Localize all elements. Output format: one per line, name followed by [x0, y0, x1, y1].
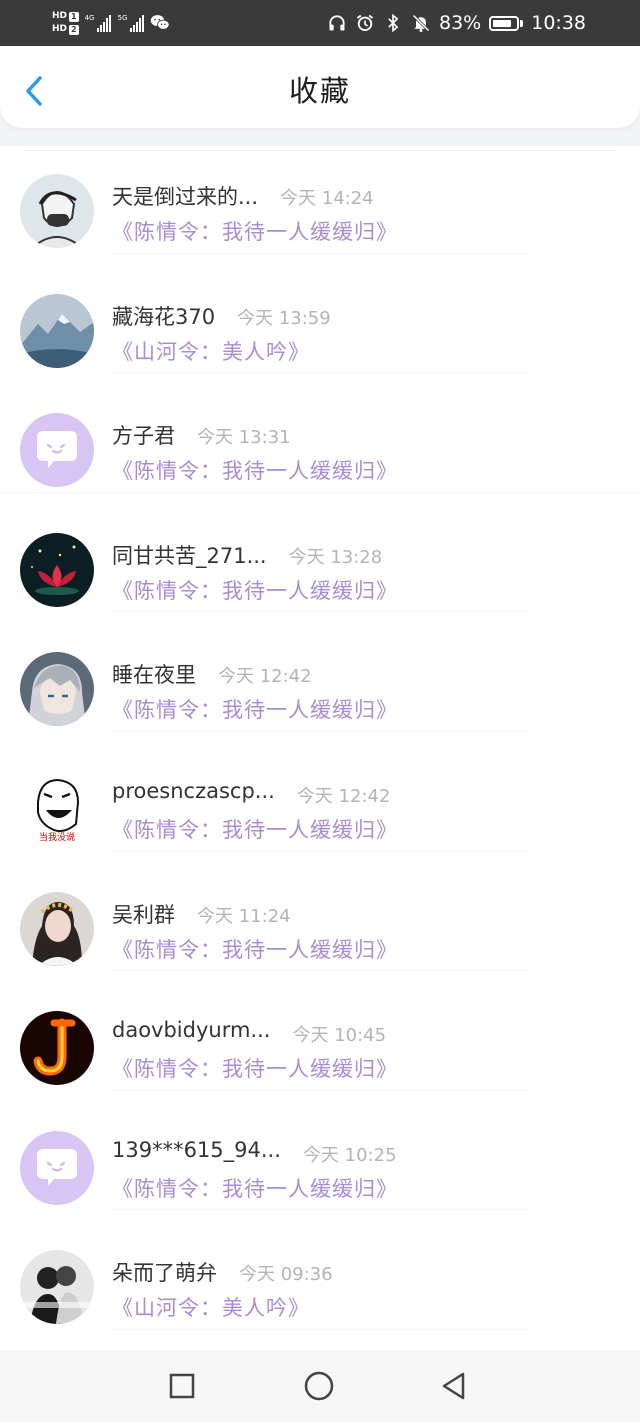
bluetooth-icon — [388, 13, 399, 33]
row-divider — [112, 1328, 530, 1330]
clock: 10:38 — [531, 12, 586, 34]
avatar[interactable] — [20, 293, 94, 368]
timestamp: 今天 14:24 — [280, 188, 374, 209]
work-title-link[interactable]: 《陈情令：我待一人缓缓归》 — [112, 694, 398, 724]
user-name: 藏海花370 — [112, 304, 216, 329]
user-name: 天是倒过来的... — [112, 185, 259, 209]
timestamp: 今天 13:59 — [237, 307, 331, 329]
user-name: proesnczascp... — [112, 778, 275, 803]
battery-icon — [489, 15, 524, 31]
timestamp: 今天 12:42 — [218, 666, 312, 688]
signal-1-icon: 4G — [85, 14, 112, 32]
list-item[interactable]: 同甘共苦_271... 今天 13:28 《陈情令：我待一人缓缓归》 — [0, 493, 640, 613]
square-recent-icon[interactable] — [166, 1370, 198, 1402]
timestamp: 今天 10:25 — [302, 1144, 397, 1166]
timestamp: 今天 09:36 — [239, 1264, 333, 1286]
user-name: 方子君 — [112, 424, 175, 449]
avatar[interactable] — [20, 891, 94, 966]
user-name: 同甘共苦_271... — [112, 543, 267, 568]
list-item[interactable]: daovbidyurm... 今天 10:45 《陈情令：我待一人缓缓归》 — [0, 971, 640, 1091]
header: 收藏 — [0, 46, 640, 128]
timestamp: 今天 13:28 — [288, 546, 383, 568]
avatar[interactable] — [20, 1011, 94, 1086]
hd1-indicator: HD 1 — [52, 11, 79, 22]
work-title-link[interactable]: 《陈情令：我待一人缓缓归》 — [112, 216, 398, 246]
work-title-link[interactable]: 《陈情令：我待一人缓缓归》 — [112, 575, 398, 605]
status-bar: HD 1 HD 2 4G 5G 83% 10:38 — [0, 0, 640, 46]
headphones-icon — [329, 15, 345, 31]
user-name: 吴利群 — [112, 902, 175, 927]
user-name: 睡在夜里 — [112, 663, 196, 688]
work-title-link[interactable]: 《山河令：美人吟》 — [112, 1292, 310, 1322]
status-left: HD 1 HD 2 4G 5G — [52, 6, 170, 40]
list-item[interactable]: 朵而了萌弁 今天 09:36 《山河令：美人吟》 — [0, 1210, 640, 1330]
work-title-link[interactable]: 《陈情令：我待一人缓缓归》 — [112, 1173, 398, 1203]
timestamp: 今天 13:31 — [197, 427, 291, 449]
timestamp: 今天 12:42 — [296, 785, 391, 807]
hd-indicators: HD 1 HD 2 — [52, 11, 79, 35]
list-item[interactable]: 藏海花370 今天 13:59 《山河令：美人吟》 — [0, 254, 640, 374]
avatar[interactable] — [20, 174, 94, 248]
system-nav-bar — [0, 1350, 640, 1422]
wechat-icon — [151, 15, 170, 30]
avatar[interactable] — [20, 413, 94, 488]
list-item[interactable]: 吴利群 今天 11:24 《陈情令：我待一人缓缓归》 — [0, 852, 640, 972]
alarm-icon — [356, 14, 374, 32]
signal-2-icon: 5G — [117, 14, 145, 32]
triangle-back-icon[interactable] — [438, 1370, 470, 1402]
circle-home-icon[interactable] — [303, 1370, 335, 1402]
battery-percent: 83% — [439, 12, 482, 34]
list-item[interactable]: 睡在夜里 今天 12:42 《陈情令：我待一人缓缓归》 — [0, 612, 640, 732]
work-title-link[interactable]: 《陈情令：我待一人缓缓归》 — [112, 814, 398, 844]
avatar[interactable] — [20, 1250, 94, 1325]
mute-bell-icon — [412, 14, 430, 32]
favorites-list: 天是倒过来的... 今天 14:24 《陈情令：我待一人缓缓归》 藏海花370 今天 … — [0, 134, 640, 1330]
list-item[interactable]: 方子君 今天 13:31 《陈情令：我待一人缓缓归》 — [0, 373, 640, 493]
work-title-link[interactable]: 《陈情令：我待一人缓缓归》 — [112, 455, 398, 485]
user-name: daovbidyurm... — [112, 1018, 271, 1043]
work-title-link[interactable]: 《山河令：美人吟》 — [112, 336, 310, 366]
work-title-link[interactable]: 《陈情令：我待一人缓缓归》 — [112, 1053, 398, 1083]
user-name: 朵而了萌弁 — [112, 1261, 217, 1286]
hd2-indicator: HD 2 — [52, 24, 79, 35]
timestamp: 今天 11:24 — [197, 905, 291, 927]
avatar[interactable] — [20, 532, 94, 607]
user-name: 139***615_94... — [112, 1137, 281, 1162]
avatar[interactable]: 当我没说 — [20, 771, 94, 846]
list-item[interactable]: 天是倒过来的... 今天 14:24 《陈情令：我待一人缓缓归》 — [0, 134, 640, 254]
svg-text:当我没说: 当我没说 — [39, 831, 75, 843]
list-item[interactable]: 当我没说 proesnczascp... 今天 12:42 《陈情令：我待一人缓缓归》 — [0, 732, 640, 852]
timestamp: 今天 10:45 — [292, 1025, 387, 1047]
work-title-link[interactable]: 《陈情令：我待一人缓缓归》 — [112, 934, 398, 964]
list-item[interactable]: 139***615_94... 今天 10:25 《陈情令：我待一人缓缓归》 — [0, 1091, 640, 1211]
page-title: 收藏 — [288, 74, 351, 108]
status-right: 83% 10:38 — [327, 0, 586, 46]
avatar[interactable] — [20, 652, 94, 727]
avatar[interactable] — [20, 1130, 94, 1205]
header-area: 收藏 — [0, 46, 640, 151]
